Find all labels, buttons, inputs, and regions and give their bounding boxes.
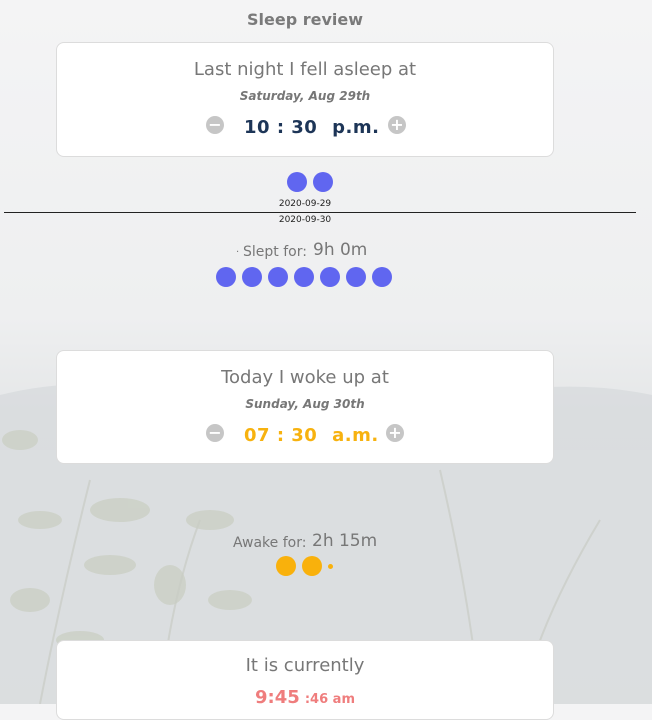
- asleep-time-value: 10 : 30: [244, 117, 318, 138]
- awake-dot: [276, 556, 296, 576]
- asleep-date: Saturday, Aug 29th: [239, 89, 371, 103]
- sleep-dot: [372, 267, 392, 287]
- awake-dot: [302, 556, 322, 576]
- plus-circle-icon[interactable]: +: [386, 424, 404, 442]
- minus-circle-icon[interactable]: −: [206, 424, 224, 442]
- awake-value: 2h 15m: [312, 531, 378, 551]
- sleep-dot: [313, 172, 333, 192]
- awake-label: Awake for:: [233, 535, 307, 551]
- sleep-dot: [242, 267, 262, 287]
- page-title: Sleep review: [246, 10, 364, 29]
- sleep-dot: [320, 267, 340, 287]
- current-heading: It is currently: [245, 655, 365, 676]
- current-time: 9:45 :46 am: [57, 687, 553, 708]
- woke-heading: Today I woke up at: [221, 367, 389, 388]
- slept-label: Slept for:: [243, 244, 307, 260]
- current-time-value: 9:45: [254, 687, 300, 708]
- slept-value: 9h 0m: [313, 240, 368, 260]
- sleep-dot: [216, 267, 236, 287]
- asleep-time[interactable]: 10 : 30 p.m.: [244, 117, 379, 138]
- asleep-card: Last night I fell asleep at Saturday, Au…: [56, 42, 554, 157]
- current-card: It is currently 9:45 :46 am: [56, 640, 554, 720]
- date-after-midnight: 2020-09-30: [278, 215, 332, 225]
- date-before-midnight: 2020-09-29: [278, 199, 332, 209]
- plus-circle-icon[interactable]: +: [388, 116, 406, 134]
- woke-time[interactable]: 07 : 30 a.m.: [244, 425, 379, 446]
- asleep-ampm: p.m.: [332, 117, 380, 138]
- slept-tick: .: [236, 244, 240, 255]
- sleep-dot: [346, 267, 366, 287]
- woke-date: Sunday, Aug 30th: [245, 397, 365, 411]
- sleep-dot: [294, 267, 314, 287]
- awake-partial-dot: [328, 564, 333, 569]
- sleep-dot: [287, 172, 307, 192]
- midnight-divider: [4, 212, 636, 213]
- woke-ampm: a.m.: [332, 425, 379, 446]
- woke-time-value: 07 : 30: [244, 425, 318, 446]
- sleep-dot: [268, 267, 288, 287]
- minus-circle-icon[interactable]: −: [206, 116, 224, 134]
- woke-card: Today I woke up at Sunday, Aug 30th − 07…: [56, 350, 554, 464]
- asleep-heading: Last night I fell asleep at: [193, 59, 417, 80]
- current-time-seconds: :46 am: [304, 692, 355, 707]
